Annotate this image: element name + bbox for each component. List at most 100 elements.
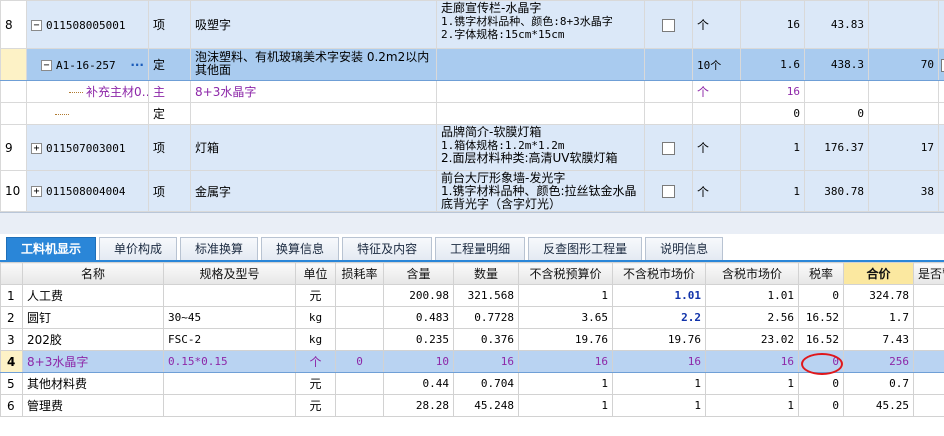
cell-name[interactable]: 圆钉 xyxy=(22,306,164,329)
cell-rate[interactable]: 0 xyxy=(798,350,844,373)
bill-row-selected[interactable]: − A1-16-257 ··· 定 泡沫塑料、有机玻璃美术字安装 0.2m2以内 其… xyxy=(0,48,944,81)
cell-loss[interactable]: 0 xyxy=(335,350,384,373)
header-total[interactable]: 合价 xyxy=(843,262,914,285)
cell-rate[interactable]: 0 xyxy=(798,372,844,395)
tab-quantity-detail[interactable]: 工程量明细 xyxy=(435,237,526,261)
cell-unit[interactable]: 个 xyxy=(295,350,336,373)
cell-spec[interactable]: FSC-2 xyxy=(163,328,296,351)
cell-unit[interactable]: 元 xyxy=(295,284,336,307)
header-spec[interactable]: 规格及型号 xyxy=(163,262,296,285)
cell-loss[interactable] xyxy=(335,372,384,395)
bill-code-cell[interactable]: +011508004004 xyxy=(26,170,149,212)
cell-rate[interactable]: 0 xyxy=(798,394,844,417)
provisional-cell[interactable] xyxy=(913,350,944,373)
expand-icon[interactable]: + xyxy=(31,142,42,154)
cell-content[interactable]: 10 xyxy=(383,350,454,373)
more-icon[interactable]: ··· xyxy=(130,58,144,72)
cell-name[interactable]: 202胶 xyxy=(22,328,164,351)
cell-qty[interactable]: 45.248 xyxy=(453,394,519,417)
cell-market-tax[interactable]: 1 xyxy=(705,372,799,395)
header-loss[interactable]: 损耗率 xyxy=(335,262,384,285)
collapse-icon[interactable]: − xyxy=(31,19,42,31)
cell-content[interactable]: 0.235 xyxy=(383,328,454,351)
tab-unit-price[interactable]: 单价构成 xyxy=(99,237,178,261)
provisional-cell[interactable] xyxy=(913,372,944,395)
cell-content[interactable]: 28.28 xyxy=(383,394,454,417)
checkbox[interactable] xyxy=(662,185,675,198)
cell-spec[interactable] xyxy=(163,394,296,417)
quota-code-cell[interactable]: − A1-16-257 ··· xyxy=(26,48,149,81)
bill-row[interactable]: 10 +011508004004 项 金属字 前台大厅形象墙-发光字 1.镌字材… xyxy=(0,170,944,212)
table-row[interactable]: 3 202胶 FSC-2 kg 0.235 0.376 19.76 19.76 … xyxy=(0,328,944,351)
cell-total[interactable]: 256 xyxy=(843,350,914,373)
cell-spec[interactable] xyxy=(163,372,296,395)
table-row[interactable]: 6 管理费 元 28.28 45.248 1 1 1 0 45.25 xyxy=(0,394,944,417)
cell-budget[interactable]: 16 xyxy=(518,350,613,373)
tab-graphic-quantity[interactable]: 反查图形工程量 xyxy=(528,237,643,261)
header-market[interactable]: 不含税市场价 xyxy=(612,262,706,285)
bill-row[interactable]: 9 +011507003001 项 灯箱 品牌简介-软膜灯箱 1.箱体规格:1.… xyxy=(0,124,944,171)
cell-total[interactable]: 7.43 xyxy=(843,328,914,351)
cell-market-tax[interactable]: 2.56 xyxy=(705,306,799,329)
tab-conversion-info[interactable]: 换算信息 xyxy=(261,237,340,261)
cell-total[interactable]: 324.78 xyxy=(843,284,914,307)
table-row[interactable]: 2 圆钉 30~45 kg 0.483 0.7728 3.65 2.2 2.56… xyxy=(0,306,944,329)
cell-loss[interactable] xyxy=(335,328,384,351)
cell-market[interactable]: 16 xyxy=(612,350,706,373)
cell-total[interactable]: 45.25 xyxy=(843,394,914,417)
tab-standard-conversion[interactable]: 标准换算 xyxy=(180,237,259,261)
cell-rate[interactable]: 16.52 xyxy=(798,306,844,329)
cell-budget[interactable]: 1 xyxy=(518,284,613,307)
header-budget[interactable]: 不含税预算价 xyxy=(518,262,613,285)
cell-market[interactable]: 1 xyxy=(612,372,706,395)
cell-rate[interactable]: 0 xyxy=(798,284,844,307)
cell-market[interactable]: 1.01 xyxy=(612,284,706,307)
cell-qty[interactable]: 0.376 xyxy=(453,328,519,351)
cell-unit[interactable]: 元 xyxy=(295,372,336,395)
cell-content[interactable]: 0.483 xyxy=(383,306,454,329)
cell-name[interactable]: 8+3水晶字 xyxy=(22,350,164,373)
cell-budget[interactable]: 1 xyxy=(518,372,613,395)
provisional-cell[interactable] xyxy=(913,328,944,351)
panel-splitter[interactable] xyxy=(0,212,944,234)
provisional-cell[interactable] xyxy=(913,306,944,329)
cell-loss[interactable] xyxy=(335,284,384,307)
cell-market[interactable]: 1 xyxy=(612,394,706,417)
cell-budget[interactable]: 1 xyxy=(518,394,613,417)
bill-checkbox-cell[interactable] xyxy=(644,0,693,49)
cell-content[interactable]: 0.44 xyxy=(383,372,454,395)
expand-icon[interactable]: + xyxy=(31,186,42,197)
cell-spec[interactable] xyxy=(163,284,296,307)
header-rate[interactable]: 税率 xyxy=(798,262,844,285)
tab-features[interactable]: 特征及内容 xyxy=(342,237,433,261)
bill-row[interactable]: 8 −011508005001 项 吸塑字 走廊宣传栏-水晶字 1.镌字材料品种… xyxy=(0,0,944,49)
cell-unit[interactable]: 元 xyxy=(295,394,336,417)
cell-qty[interactable]: 321.568 xyxy=(453,284,519,307)
cell-content[interactable]: 200.98 xyxy=(383,284,454,307)
cell-market[interactable]: 2.2 xyxy=(612,306,706,329)
cell-qty[interactable]: 0.7728 xyxy=(453,306,519,329)
table-row-selected[interactable]: 4 8+3水晶字 0.15*0.15 个 0 10 16 16 16 16 0 … xyxy=(0,350,944,373)
header-content[interactable]: 含量 xyxy=(383,262,454,285)
checkbox[interactable] xyxy=(662,141,675,155)
tab-labor-material[interactable]: 工料机显示 xyxy=(6,237,97,261)
header-provisional[interactable]: 是否暂 xyxy=(913,262,944,285)
material-code-cell[interactable]: 补充主材0… xyxy=(26,80,149,103)
bill-code-cell[interactable]: −011508005001 xyxy=(26,0,149,49)
bill-code-cell[interactable]: +011507003001 xyxy=(26,124,149,171)
collapse-icon[interactable]: − xyxy=(41,59,52,71)
cell-market-tax[interactable]: 16 xyxy=(705,350,799,373)
cell-loss[interactable] xyxy=(335,306,384,329)
cell-unit[interactable]: kg xyxy=(295,306,336,329)
table-row[interactable]: 5 其他材料费 元 0.44 0.704 1 1 1 0 0.7 xyxy=(0,372,944,395)
cell-loss[interactable] xyxy=(335,394,384,417)
cell-spec[interactable]: 0.15*0.15 xyxy=(163,350,296,373)
header-qty[interactable]: 数量 xyxy=(453,262,519,285)
cell-qty[interactable]: 16 xyxy=(453,350,519,373)
cell-name[interactable]: 管理费 xyxy=(22,394,164,417)
cell-unit[interactable]: kg xyxy=(295,328,336,351)
cell-market-tax[interactable]: 1 xyxy=(705,394,799,417)
header-market-tax[interactable]: 含税市场价 xyxy=(705,262,799,285)
cell-total[interactable]: 1.7 xyxy=(843,306,914,329)
bill-row[interactable]: 定 0 0 xyxy=(0,102,944,125)
